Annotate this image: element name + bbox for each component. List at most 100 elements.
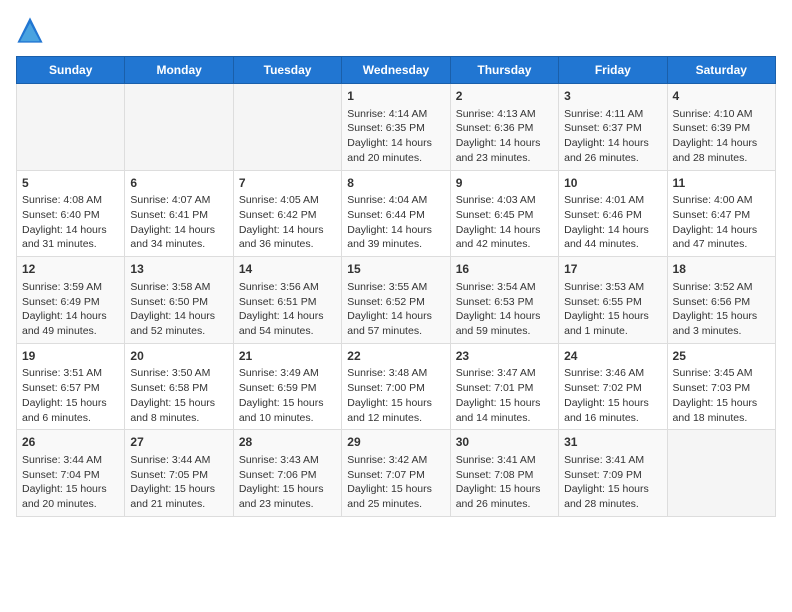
calendar-cell: 11Sunrise: 4:00 AMSunset: 6:47 PMDayligh… [667,170,775,257]
sunrise-text: Sunrise: 4:05 AM [239,194,319,206]
sunrise-text: Sunrise: 3:54 AM [456,281,536,293]
sunset-text: Sunset: 7:07 PM [347,469,425,481]
sunrise-text: Sunrise: 3:50 AM [130,367,210,379]
day-number: 3 [564,88,661,105]
calendar-cell: 15Sunrise: 3:55 AMSunset: 6:52 PMDayligh… [342,257,450,344]
calendar-cell [17,84,125,171]
sunrise-text: Sunrise: 3:56 AM [239,281,319,293]
col-header-saturday: Saturday [667,57,775,84]
day-number: 17 [564,261,661,278]
calendar-cell: 30Sunrise: 3:41 AMSunset: 7:08 PMDayligh… [450,430,558,517]
day-number: 9 [456,175,553,192]
calendar-cell: 3Sunrise: 4:11 AMSunset: 6:37 PMDaylight… [559,84,667,171]
daylight-text: Daylight: 15 hours and 8 minutes. [130,397,215,424]
sunset-text: Sunset: 6:47 PM [673,209,751,221]
day-number: 28 [239,434,336,451]
daylight-text: Daylight: 15 hours and 6 minutes. [22,397,107,424]
calendar-week-row: 26Sunrise: 3:44 AMSunset: 7:04 PMDayligh… [17,430,776,517]
calendar-cell: 17Sunrise: 3:53 AMSunset: 6:55 PMDayligh… [559,257,667,344]
sunset-text: Sunset: 6:44 PM [347,209,425,221]
sunrise-text: Sunrise: 3:53 AM [564,281,644,293]
logo-icon [16,16,44,44]
daylight-text: Daylight: 15 hours and 28 minutes. [564,483,649,510]
sunset-text: Sunset: 7:01 PM [456,382,534,394]
sunset-text: Sunset: 6:40 PM [22,209,100,221]
daylight-text: Daylight: 14 hours and 34 minutes. [130,224,215,251]
sunset-text: Sunset: 7:09 PM [564,469,642,481]
daylight-text: Daylight: 15 hours and 26 minutes. [456,483,541,510]
day-number: 30 [456,434,553,451]
logo [16,16,48,44]
calendar-cell: 8Sunrise: 4:04 AMSunset: 6:44 PMDaylight… [342,170,450,257]
sunrise-text: Sunrise: 3:44 AM [130,454,210,466]
daylight-text: Daylight: 15 hours and 23 minutes. [239,483,324,510]
sunset-text: Sunset: 6:41 PM [130,209,208,221]
sunset-text: Sunset: 6:37 PM [564,122,642,134]
calendar-cell: 9Sunrise: 4:03 AMSunset: 6:45 PMDaylight… [450,170,558,257]
sunrise-text: Sunrise: 3:45 AM [673,367,753,379]
calendar-table: SundayMondayTuesdayWednesdayThursdayFrid… [16,56,776,517]
daylight-text: Daylight: 15 hours and 14 minutes. [456,397,541,424]
daylight-text: Daylight: 14 hours and 36 minutes. [239,224,324,251]
day-number: 20 [130,348,227,365]
day-number: 11 [673,175,770,192]
calendar-cell: 6Sunrise: 4:07 AMSunset: 6:41 PMDaylight… [125,170,233,257]
sunrise-text: Sunrise: 4:07 AM [130,194,210,206]
day-number: 15 [347,261,444,278]
daylight-text: Daylight: 15 hours and 3 minutes. [673,310,758,337]
sunrise-text: Sunrise: 4:01 AM [564,194,644,206]
sunrise-text: Sunrise: 3:43 AM [239,454,319,466]
sunrise-text: Sunrise: 4:14 AM [347,108,427,120]
day-number: 25 [673,348,770,365]
sunrise-text: Sunrise: 4:10 AM [673,108,753,120]
day-number: 13 [130,261,227,278]
calendar-cell: 5Sunrise: 4:08 AMSunset: 6:40 PMDaylight… [17,170,125,257]
col-header-sunday: Sunday [17,57,125,84]
daylight-text: Daylight: 14 hours and 23 minutes. [456,137,541,164]
sunset-text: Sunset: 6:56 PM [673,296,751,308]
calendar-cell: 25Sunrise: 3:45 AMSunset: 7:03 PMDayligh… [667,343,775,430]
sunset-text: Sunset: 6:49 PM [22,296,100,308]
daylight-text: Daylight: 14 hours and 44 minutes. [564,224,649,251]
calendar-week-row: 5Sunrise: 4:08 AMSunset: 6:40 PMDaylight… [17,170,776,257]
day-number: 24 [564,348,661,365]
calendar-cell: 7Sunrise: 4:05 AMSunset: 6:42 PMDaylight… [233,170,341,257]
sunrise-text: Sunrise: 3:55 AM [347,281,427,293]
calendar-cell: 29Sunrise: 3:42 AMSunset: 7:07 PMDayligh… [342,430,450,517]
day-number: 19 [22,348,119,365]
sunset-text: Sunset: 6:42 PM [239,209,317,221]
col-header-thursday: Thursday [450,57,558,84]
daylight-text: Daylight: 15 hours and 12 minutes. [347,397,432,424]
calendar-cell: 4Sunrise: 4:10 AMSunset: 6:39 PMDaylight… [667,84,775,171]
sunrise-text: Sunrise: 3:48 AM [347,367,427,379]
day-number: 2 [456,88,553,105]
calendar-header-row: SundayMondayTuesdayWednesdayThursdayFrid… [17,57,776,84]
calendar-cell: 27Sunrise: 3:44 AMSunset: 7:05 PMDayligh… [125,430,233,517]
sunset-text: Sunset: 7:05 PM [130,469,208,481]
daylight-text: Daylight: 14 hours and 31 minutes. [22,224,107,251]
sunset-text: Sunset: 6:35 PM [347,122,425,134]
calendar-cell: 19Sunrise: 3:51 AMSunset: 6:57 PMDayligh… [17,343,125,430]
calendar-cell: 16Sunrise: 3:54 AMSunset: 6:53 PMDayligh… [450,257,558,344]
daylight-text: Daylight: 14 hours and 57 minutes. [347,310,432,337]
header [16,16,776,44]
sunrise-text: Sunrise: 3:47 AM [456,367,536,379]
sunset-text: Sunset: 6:53 PM [456,296,534,308]
daylight-text: Daylight: 15 hours and 18 minutes. [673,397,758,424]
calendar-cell: 22Sunrise: 3:48 AMSunset: 7:00 PMDayligh… [342,343,450,430]
day-number: 23 [456,348,553,365]
sunset-text: Sunset: 7:06 PM [239,469,317,481]
day-number: 22 [347,348,444,365]
sunrise-text: Sunrise: 4:03 AM [456,194,536,206]
calendar-week-row: 12Sunrise: 3:59 AMSunset: 6:49 PMDayligh… [17,257,776,344]
daylight-text: Daylight: 15 hours and 21 minutes. [130,483,215,510]
sunrise-text: Sunrise: 3:41 AM [456,454,536,466]
sunset-text: Sunset: 6:58 PM [130,382,208,394]
daylight-text: Daylight: 14 hours and 52 minutes. [130,310,215,337]
sunrise-text: Sunrise: 3:58 AM [130,281,210,293]
sunrise-text: Sunrise: 4:11 AM [564,108,643,120]
daylight-text: Daylight: 14 hours and 54 minutes. [239,310,324,337]
day-number: 8 [347,175,444,192]
sunset-text: Sunset: 6:55 PM [564,296,642,308]
calendar-cell: 10Sunrise: 4:01 AMSunset: 6:46 PMDayligh… [559,170,667,257]
